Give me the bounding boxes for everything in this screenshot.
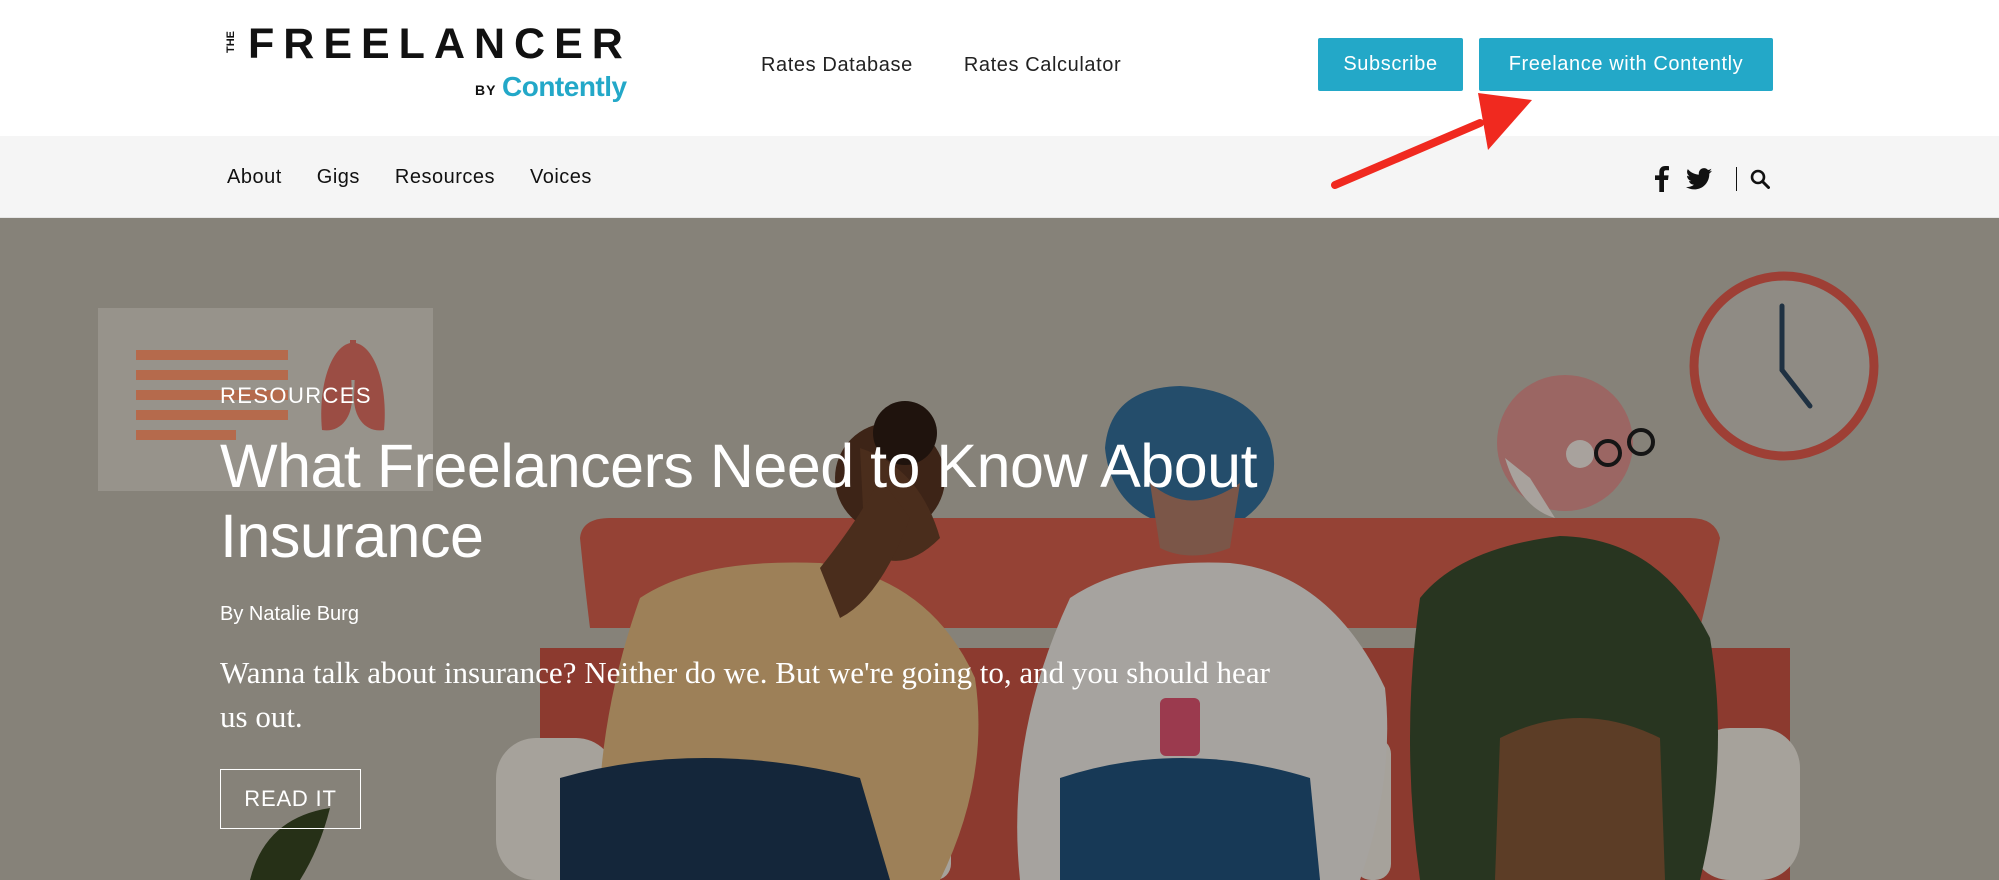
section-nav-links: About Gigs Resources Voices [227, 166, 592, 189]
top-links: Rates Database Rates Calculator [761, 54, 1121, 77]
freelance-with-contently-button[interactable]: Freelance with Contently [1479, 38, 1773, 91]
logo-wordmark: FREELANCER [248, 20, 632, 68]
nav-item-voices[interactable]: Voices [530, 166, 592, 189]
logo-the-text: THE [225, 31, 237, 53]
nav-item-gigs[interactable]: Gigs [317, 166, 360, 189]
nav-item-resources[interactable]: Resources [395, 166, 495, 189]
site-header: THE FREELANCER BY Contently Rates Databa… [0, 0, 1999, 136]
category-label[interactable]: RESOURCES [220, 383, 1340, 409]
search-icon[interactable] [1747, 165, 1773, 193]
rates-database-link[interactable]: Rates Database [761, 54, 913, 77]
logo-brand: Contently [502, 71, 627, 102]
rates-calculator-link[interactable]: Rates Calculator [964, 54, 1121, 77]
hero-content: RESOURCES What Freelancers Need to Know … [220, 383, 1340, 829]
divider [1736, 167, 1737, 191]
read-it-button[interactable]: READ IT [220, 769, 361, 829]
subscribe-button[interactable]: Subscribe [1318, 38, 1463, 91]
twitter-icon[interactable] [1684, 165, 1714, 193]
logo-by-text: BY [475, 82, 497, 98]
article-headline[interactable]: What Freelancers Need to Know About Insu… [220, 431, 1340, 571]
hero-banner[interactable]: RESOURCES What Freelancers Need to Know … [0, 218, 1999, 880]
article-byline: By Natalie Burg [220, 603, 359, 625]
facebook-icon[interactable] [1652, 165, 1672, 193]
site-logo[interactable]: THE FREELANCER BY Contently [225, 20, 627, 108]
nav-item-about[interactable]: About [227, 166, 282, 189]
article-dek: Wanna talk about insurance? Neither do w… [220, 655, 1270, 734]
social-and-search [1652, 164, 1773, 194]
